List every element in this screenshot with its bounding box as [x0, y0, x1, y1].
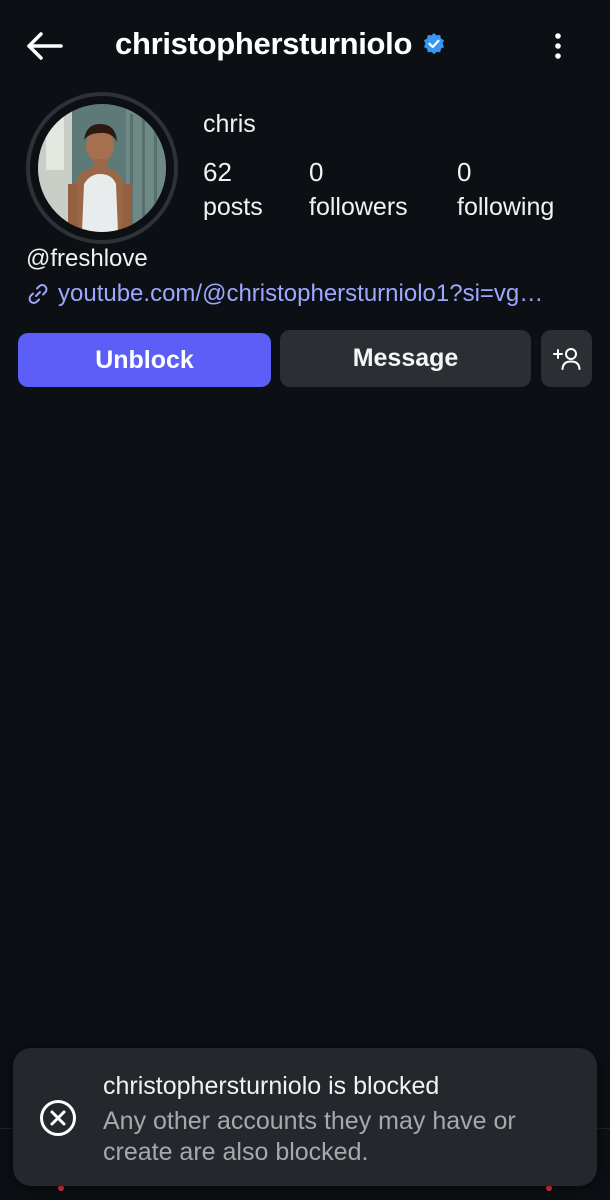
- toast-body: Any other accounts they may have or crea…: [103, 1107, 516, 1166]
- profile-avatar: [38, 104, 166, 232]
- link-icon: [26, 282, 50, 306]
- stat-following-count: 0: [457, 157, 472, 187]
- stat-followers-label: followers: [309, 193, 408, 221]
- more-vertical-icon: [555, 33, 561, 59]
- back-button[interactable]: [22, 26, 66, 66]
- suggest-people-button[interactable]: [541, 330, 592, 387]
- message-button[interactable]: Message: [280, 330, 531, 387]
- close-circle-icon: [40, 1100, 76, 1136]
- stat-posts-label: posts: [203, 193, 263, 221]
- header-title-group: christophersturniolo: [115, 26, 446, 62]
- blocked-toast[interactable]: christophersturniolo is blocked Any othe…: [13, 1048, 597, 1186]
- stat-following-label: following: [457, 193, 555, 221]
- top-bar: christophersturniolo: [0, 0, 610, 92]
- profile-avatar-ring[interactable]: [26, 92, 178, 244]
- stat-followers[interactable]: 0 followers: [309, 156, 408, 226]
- profile-link[interactable]: youtube.com/@christophersturniolo1?si=vg…: [26, 280, 586, 308]
- profile-bio-handle: @freshlove: [26, 245, 148, 272]
- profile-display-name: chris: [203, 110, 256, 138]
- stat-followers-count: 0: [309, 157, 324, 187]
- profile-username: christophersturniolo: [115, 26, 413, 61]
- stat-posts-count: 62: [203, 157, 232, 187]
- stat-following[interactable]: 0 following: [457, 156, 554, 226]
- toast-title: christophersturniolo is blocked: [103, 1072, 440, 1100]
- more-options-button[interactable]: [545, 28, 571, 64]
- arrow-left-icon: [27, 32, 63, 60]
- stat-posts[interactable]: 62 posts: [203, 156, 263, 226]
- verified-badge-icon: [422, 32, 446, 56]
- unblock-button[interactable]: Unblock: [18, 333, 271, 387]
- profile-link-text[interactable]: youtube.com/@christophersturniolo1?si=vg…: [58, 280, 543, 308]
- add-person-icon: [552, 347, 580, 370]
